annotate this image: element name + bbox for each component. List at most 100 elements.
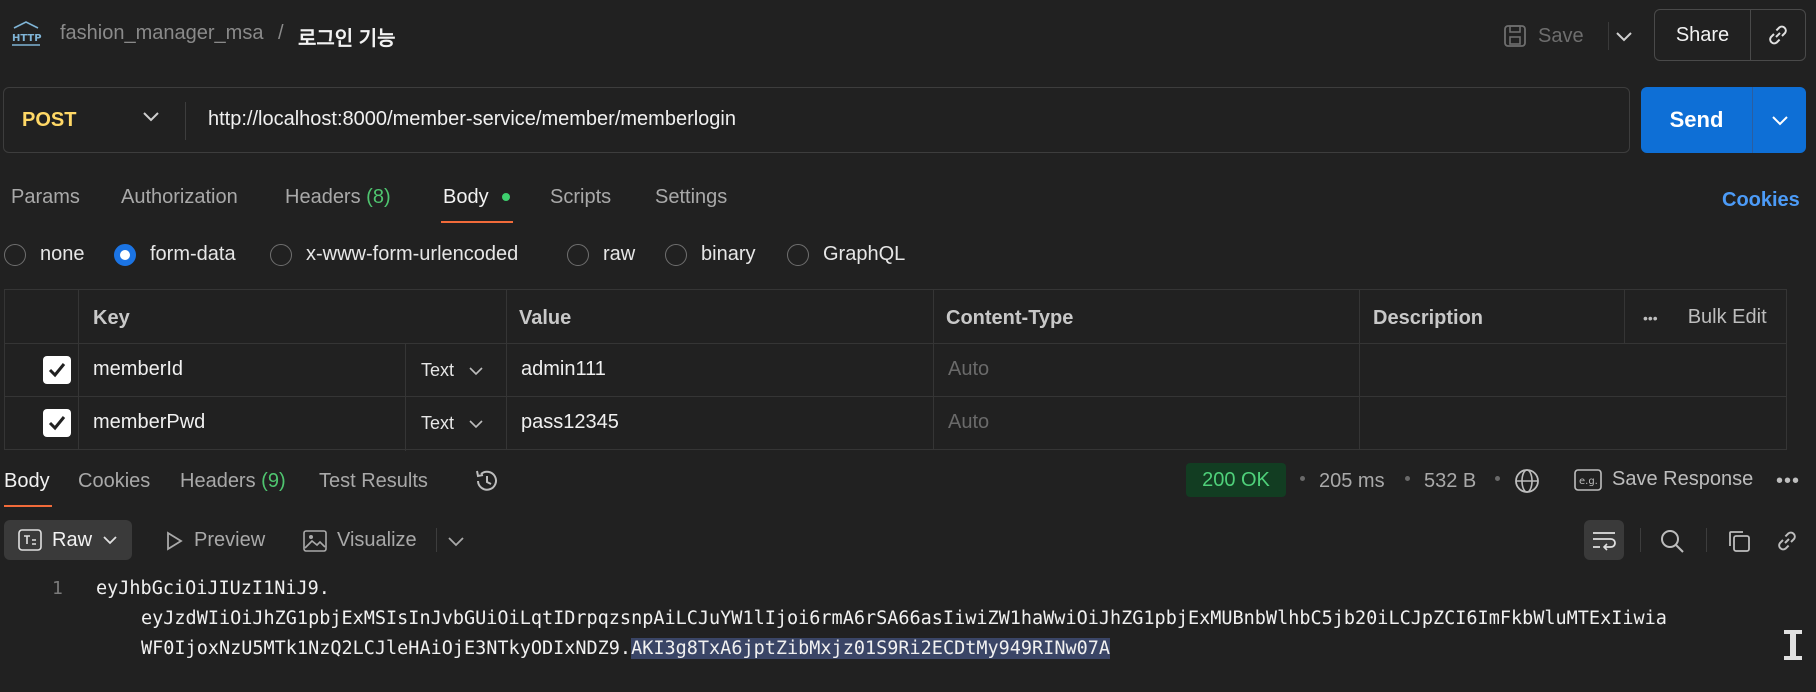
divider xyxy=(1359,290,1360,449)
send-options-button[interactable] xyxy=(1753,87,1806,153)
search-icon[interactable] xyxy=(1659,528,1685,554)
visualize-label: Visualize xyxy=(337,529,417,551)
divider xyxy=(1706,528,1707,552)
divider xyxy=(506,290,507,449)
response-token-segment: WF0IjoxNzU5MTk1NzQ2LCJleHAiOjE3NTkyODIxN… xyxy=(141,638,632,659)
radio-label: raw xyxy=(603,243,636,265)
tab-body[interactable]: Body xyxy=(443,186,489,209)
tab-settings[interactable]: Settings xyxy=(655,186,727,209)
divider xyxy=(405,343,406,451)
response-token-line: eyJhbGciOiJIUzI1NiJ9. xyxy=(96,578,330,599)
send-button[interactable]: Send xyxy=(1641,87,1753,153)
row-type-select[interactable]: Text xyxy=(421,413,484,434)
save-response-label: Save Response xyxy=(1612,468,1754,490)
tab-params[interactable]: Params xyxy=(11,186,80,209)
radio-label: none xyxy=(40,243,85,265)
row-type-select[interactable]: Text xyxy=(421,360,484,381)
row-type-label: Text xyxy=(421,413,455,433)
tab-headers-label: Headers xyxy=(285,186,361,208)
wrap-lines-button[interactable] xyxy=(1584,520,1624,560)
radio-form-data[interactable]: form-data xyxy=(114,243,236,266)
format-select[interactable]: Raw xyxy=(4,520,132,560)
divider xyxy=(5,343,1786,344)
response-tab-test-results[interactable]: Test Results xyxy=(319,470,428,493)
column-header-key: Key xyxy=(93,307,130,329)
radio-binary[interactable]: binary xyxy=(665,243,755,266)
form-data-table: Key Value Content-Type Description ••• B… xyxy=(4,289,1787,451)
check-icon xyxy=(48,416,66,431)
method-select[interactable]: POST xyxy=(22,109,76,132)
tab-headers[interactable]: Headers (8) xyxy=(285,186,391,209)
check-icon xyxy=(48,363,66,378)
request-title[interactable]: 로그인 기능 xyxy=(298,22,396,51)
radio-label: form-data xyxy=(150,243,236,265)
radio-dot xyxy=(665,243,687,266)
save-options-button[interactable] xyxy=(1608,22,1638,50)
radio-raw[interactable]: raw xyxy=(567,243,635,266)
link-icon[interactable] xyxy=(1774,528,1800,554)
chevron-down-icon[interactable] xyxy=(142,110,160,122)
chevron-down-icon xyxy=(469,366,483,375)
chevron-down-icon xyxy=(1615,32,1632,42)
radio-label: binary xyxy=(701,243,756,265)
divider xyxy=(1624,290,1625,343)
chevron-down-icon[interactable] xyxy=(447,535,465,547)
send-group: Send xyxy=(1641,87,1806,153)
svg-text:HTTP: HTTP xyxy=(12,33,42,44)
separator-dot xyxy=(1300,476,1305,481)
response-body[interactable]: eyJhbGciOiJIUzI1NiJ9. eyJzdWIiOiJhZG1pbj… xyxy=(96,574,1776,664)
cookies-link[interactable]: Cookies xyxy=(1722,189,1800,212)
tab-headers-count: (8) xyxy=(366,186,391,208)
row-content-type[interactable]: Auto xyxy=(948,358,989,381)
save-response-button[interactable]: e.g. Save Response xyxy=(1574,468,1753,491)
breadcrumb-separator: / xyxy=(278,22,284,44)
url-input[interactable] xyxy=(208,108,1588,131)
link-icon xyxy=(1769,25,1787,45)
url-bar: POST xyxy=(3,87,1630,153)
row-checkbox[interactable] xyxy=(43,409,71,437)
copy-link-button[interactable] xyxy=(1751,10,1805,60)
body-indicator-dot xyxy=(502,193,510,201)
share-group: Share xyxy=(1654,9,1806,61)
breadcrumb-collection[interactable]: fashion_manager_msa xyxy=(60,22,263,45)
visualize-button[interactable]: Visualize xyxy=(303,529,417,552)
text-cursor-icon xyxy=(1784,630,1802,660)
row-value[interactable]: pass12345 xyxy=(521,411,619,434)
row-key[interactable]: memberPwd xyxy=(93,411,205,434)
preview-button[interactable]: Preview xyxy=(164,529,265,552)
divider xyxy=(436,528,437,552)
response-time[interactable]: 205 ms xyxy=(1319,470,1385,493)
header-bar: HTTP fashion_manager_msa / 로그인 기능 Save S… xyxy=(0,0,1816,70)
response-tab-cookies[interactable]: Cookies xyxy=(78,470,150,493)
row-content-type[interactable]: Auto xyxy=(948,411,989,434)
response-tab-headers[interactable]: Headers (9) xyxy=(180,470,286,493)
divider xyxy=(185,102,186,140)
column-header-value: Value xyxy=(519,307,572,329)
more-options-icon[interactable]: ••• xyxy=(1643,310,1658,326)
save-icon xyxy=(1504,25,1526,47)
tab-authorization[interactable]: Authorization xyxy=(121,186,238,209)
divider xyxy=(5,396,1786,397)
radio-dot xyxy=(787,243,809,266)
more-options-icon[interactable]: ••• xyxy=(1776,470,1800,493)
radio-urlencoded[interactable]: x-www-form-urlencoded xyxy=(270,243,518,266)
row-value[interactable]: admin111 xyxy=(521,358,606,381)
response-tab-headers-count: (9) xyxy=(261,470,286,492)
copy-icon[interactable] xyxy=(1726,528,1752,554)
history-icon[interactable] xyxy=(473,467,501,495)
http-icon: HTTP xyxy=(12,21,42,46)
radio-graphql[interactable]: GraphQL xyxy=(787,243,905,266)
response-tab-body[interactable]: Body xyxy=(4,470,50,493)
chevron-down-icon xyxy=(103,536,117,545)
response-size[interactable]: 532 B xyxy=(1424,470,1476,493)
radio-none[interactable]: none xyxy=(4,243,85,266)
wrap-icon xyxy=(1593,532,1616,551)
share-button[interactable]: Share xyxy=(1655,10,1751,60)
save-button[interactable]: Save xyxy=(1502,18,1602,54)
row-key[interactable]: memberId xyxy=(93,358,183,381)
row-checkbox[interactable] xyxy=(43,356,71,384)
tab-scripts[interactable]: Scripts xyxy=(550,186,611,209)
globe-icon[interactable] xyxy=(1513,467,1541,495)
status-badge[interactable]: 200 OK xyxy=(1186,463,1286,497)
bulk-edit-button[interactable]: Bulk Edit xyxy=(1688,306,1767,329)
